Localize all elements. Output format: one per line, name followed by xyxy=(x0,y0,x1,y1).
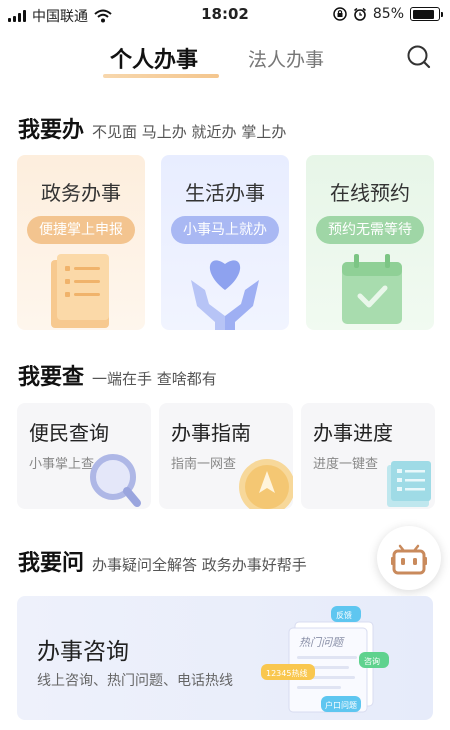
tab-personal[interactable]: 个人办事 xyxy=(110,42,198,74)
hands-heart-icon xyxy=(191,260,259,330)
section-subtitle: 不见面 马上办 就近办 掌上办 xyxy=(92,123,287,141)
consult-banner[interactable]: 办事咨询 线上咨询、热门问题、电话热线 热门问题 反馈 咨询 12345热线 户… xyxy=(17,596,433,720)
card-pill: 小事马上就办 xyxy=(171,216,279,244)
card-title: 生活办事 xyxy=(185,181,265,205)
life-affairs-card[interactable]: 生活办事 小事马上就办 xyxy=(161,155,289,330)
document-icon xyxy=(51,254,109,328)
section-ask-header: 我要问 办事疑问全解答 政务办事好帮手 xyxy=(18,545,307,577)
consult-subtitle: 线上咨询、热门问题、电话热线 xyxy=(37,673,233,689)
gov-affairs-card[interactable]: 政务办事 便捷掌上申报 xyxy=(17,155,145,330)
tag-hukou: 户口问题 xyxy=(325,700,357,710)
robot-assistant-button[interactable] xyxy=(377,526,441,590)
battery-percent: 85% xyxy=(372,6,404,22)
card-title: 在线预约 xyxy=(330,181,410,205)
compass-icon xyxy=(239,459,293,509)
tab-legal[interactable]: 法人办事 xyxy=(248,45,324,72)
battery-fill xyxy=(412,9,434,19)
hot-questions-illustration: 热门问题 反馈 咨询 12345热线 户口问题 xyxy=(261,606,389,713)
section-subtitle: 一端在手 查啥都有 xyxy=(92,370,217,388)
card-title: 政务办事 xyxy=(41,181,121,205)
status-bar: 中国联通 18:02 85% xyxy=(0,0,450,30)
section-query-header: 我要查 一端在手 查啥都有 xyxy=(18,359,217,391)
progress-list-icon xyxy=(387,461,431,507)
tag-feedback: 反馈 xyxy=(336,610,352,620)
card-title: 办事进度 xyxy=(313,421,393,445)
battery-icon xyxy=(410,7,443,21)
card-pill: 预约无需等待 xyxy=(316,216,424,244)
section-title: 我要查 xyxy=(18,364,85,390)
section-title: 我要问 xyxy=(18,550,85,576)
consult-title: 办事咨询 xyxy=(37,639,129,665)
lock-rotation-icon xyxy=(333,7,347,21)
section-do-header: 我要办 不见面 马上办 就近办 掌上办 xyxy=(18,112,286,144)
tag-hotline: 12345热线 xyxy=(266,668,307,678)
section-subtitle: 办事疑问全解答 政务办事好帮手 xyxy=(92,556,307,574)
card-pill: 便捷掌上申报 xyxy=(27,216,135,244)
hot-questions-label: 热门问题 xyxy=(299,636,345,649)
card-title: 办事指南 xyxy=(171,421,251,445)
robot-icon xyxy=(391,544,427,575)
tag-consult: 咨询 xyxy=(364,656,380,666)
online-booking-card[interactable]: 在线预约 预约无需等待 xyxy=(306,155,434,330)
convenience-query-card[interactable]: 便民查询 小事掌上查 xyxy=(17,403,151,509)
search-icon[interactable] xyxy=(406,44,432,70)
section-title: 我要办 xyxy=(18,117,85,143)
status-right: 85% xyxy=(333,6,443,22)
card-title: 便民查询 xyxy=(29,421,109,445)
active-tab-indicator xyxy=(103,74,219,78)
magnifier-icon xyxy=(90,454,141,507)
calendar-check-icon xyxy=(342,254,402,324)
top-tabs: 个人办事 法人办事 xyxy=(0,36,450,84)
alarm-icon xyxy=(353,7,366,21)
service-guide-card[interactable]: 办事指南 指南一网查 xyxy=(159,403,293,509)
progress-query-card[interactable]: 办事进度 进度一键查 xyxy=(301,403,435,509)
